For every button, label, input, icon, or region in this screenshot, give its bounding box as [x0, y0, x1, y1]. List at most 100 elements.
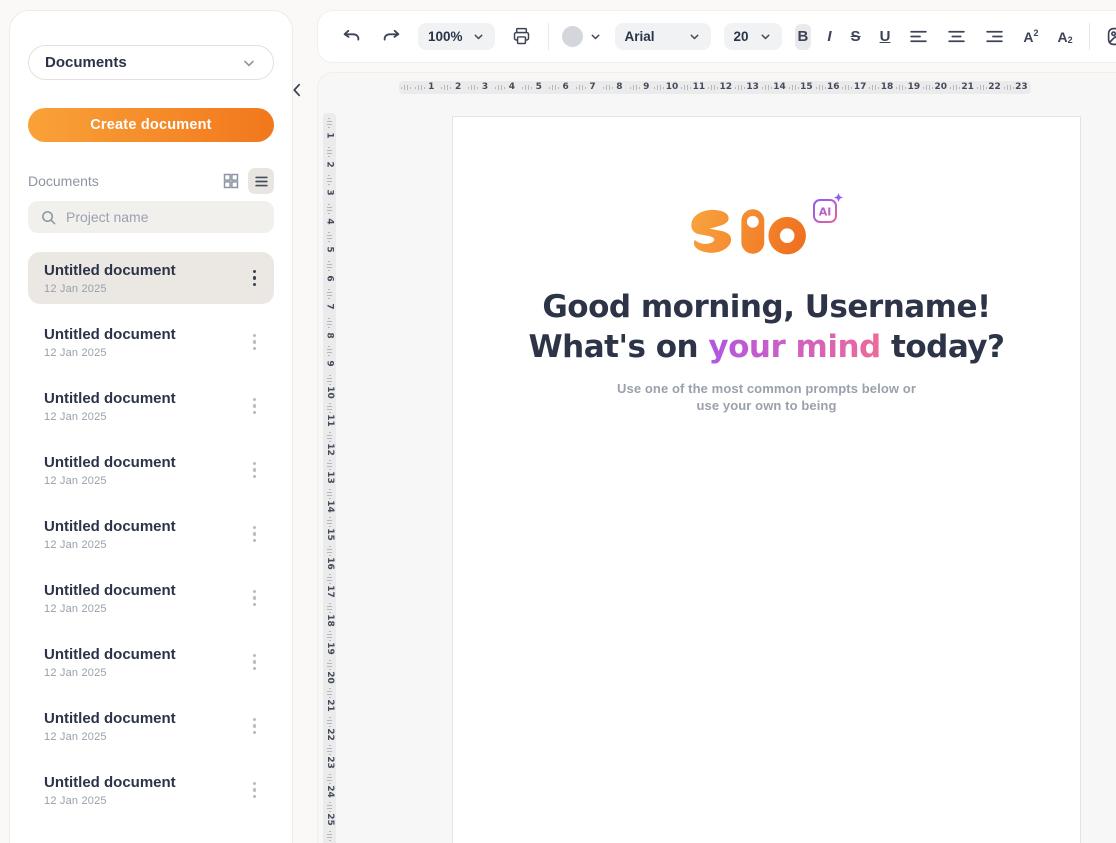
insert-image-icon[interactable]	[1103, 23, 1116, 50]
italic-button[interactable]: I	[824, 24, 834, 50]
create-document-button[interactable]: Create document	[28, 108, 274, 142]
document-list-item[interactable]: Untitled document 12 Jan 2025	[28, 252, 274, 304]
document-list-item[interactable]: Untitled document 12 Jan 2025	[28, 764, 274, 816]
ruler-mark: 16	[323, 543, 336, 572]
ruler-mark: 5	[326, 229, 332, 258]
text-color-picker[interactable]	[562, 26, 602, 47]
chevron-down-icon	[688, 30, 701, 43]
ruler-mark: 9	[326, 343, 332, 372]
kebab-menu-icon[interactable]	[249, 778, 261, 803]
underline-button[interactable]: U	[877, 24, 894, 50]
subscript-button[interactable]: A2	[1055, 24, 1076, 50]
document-list-item[interactable]: Untitled document 12 Jan 2025	[28, 316, 274, 368]
greeting-highlight: your mind	[708, 329, 880, 365]
document-date: 12 Jan 2025	[44, 475, 249, 487]
document-list-item[interactable]: Untitled document 12 Jan 2025	[28, 508, 274, 560]
document-list-item[interactable]: Untitled document 12 Jan 2025	[28, 636, 274, 688]
search-input[interactable]	[66, 209, 262, 225]
ruler-mark: 9	[626, 83, 653, 92]
document-list-item[interactable]: Untitled document 12 Jan 2025	[28, 700, 274, 752]
ruler-mark: 3	[465, 83, 492, 92]
ruler-mark: 15	[787, 83, 814, 92]
ruler-mark: 23	[1002, 83, 1029, 92]
align-left-icon[interactable]	[906, 24, 931, 49]
sidebar: Documents Create document Documents Unti…	[9, 10, 293, 843]
svg-text:AI: AI	[818, 206, 831, 219]
chevron-down-icon	[241, 55, 257, 71]
vertical-ruler: 1 2 3 4 5 6	[323, 113, 336, 843]
align-center-icon[interactable]	[944, 24, 969, 49]
document-title: Untitled document	[44, 582, 249, 599]
ruler-mark: 13	[734, 83, 761, 92]
kebab-menu-icon[interactable]	[249, 714, 261, 739]
document-title: Untitled document	[44, 262, 249, 279]
font-family-value: Arial	[625, 29, 655, 44]
document-date: 12 Jan 2025	[44, 539, 249, 551]
document-list-header: Documents	[28, 168, 274, 194]
ruler-mark: 26	[323, 828, 336, 843]
list-view-icon[interactable]	[248, 168, 274, 194]
search-field[interactable]	[28, 201, 274, 233]
document-list-item[interactable]: Untitled document 12 Jan 2025	[28, 572, 274, 624]
kebab-menu-icon[interactable]	[249, 394, 261, 419]
greeting-subtitle: Use one of the most common prompts below…	[453, 380, 1080, 414]
ruler-mark: 20	[922, 83, 949, 92]
zio-logo-mark	[690, 207, 808, 256]
document-title: Untitled document	[44, 390, 249, 407]
font-size-select[interactable]: 20	[724, 23, 782, 50]
document-list-item[interactable]: Untitled document 12 Jan 2025	[28, 380, 274, 432]
ruler-mark: 3	[326, 172, 332, 201]
kebab-menu-icon[interactable]	[249, 522, 261, 547]
ruler-mark: 7	[326, 286, 332, 315]
ruler-mark: 22	[975, 83, 1002, 92]
kebab-menu-icon[interactable]	[249, 586, 261, 611]
ruler-mark: 4	[326, 201, 332, 230]
ruler-mark: 11	[323, 400, 336, 429]
search-icon	[40, 209, 57, 226]
kebab-menu-icon[interactable]	[249, 330, 261, 355]
ruler-mark: 6	[545, 83, 572, 92]
chevron-down-icon	[759, 30, 772, 43]
redo-icon[interactable]	[378, 23, 405, 50]
workspace-selector[interactable]: Documents	[28, 45, 274, 80]
document-title: Untitled document	[44, 326, 249, 343]
ruler-mark: 6	[326, 258, 332, 287]
sidebar-collapse-button[interactable]	[286, 79, 307, 101]
ruler-mark: 14	[323, 486, 336, 515]
kebab-menu-icon[interactable]	[249, 266, 261, 291]
document-date: 12 Jan 2025	[44, 731, 249, 743]
font-family-select[interactable]: Arial	[615, 23, 711, 50]
toolbar-divider	[548, 23, 549, 50]
bold-button[interactable]: B	[795, 24, 812, 50]
document-date: 12 Jan 2025	[44, 795, 249, 807]
ai-badge-icon: AI	[810, 193, 844, 225]
document-list-item[interactable]: Untitled document 12 Jan 2025	[28, 444, 274, 496]
align-right-icon[interactable]	[982, 24, 1007, 49]
ruler-mark: 16	[814, 83, 841, 92]
ruler-mark: 1	[326, 115, 332, 144]
greeting-line1: Good morning, Username!	[453, 287, 1080, 327]
ruler-mark: 7	[572, 83, 599, 92]
ruler-mark: 8	[599, 83, 626, 92]
document-date: 12 Jan 2025	[44, 667, 249, 679]
ruler-mark: 10	[323, 372, 336, 401]
document-page[interactable]: AI Good morning, Username! What's on you…	[452, 116, 1081, 843]
superscript-button[interactable]: A2	[1020, 24, 1041, 50]
ruler-mark: 14	[760, 83, 787, 92]
color-swatch	[562, 26, 583, 47]
ruler-mark: 22	[323, 714, 336, 743]
grid-view-icon[interactable]	[218, 168, 244, 194]
greeting-heading: Good morning, Username! What's on your m…	[453, 287, 1080, 367]
undo-icon[interactable]	[338, 23, 365, 50]
document-title: Untitled document	[44, 710, 249, 727]
print-icon[interactable]	[508, 23, 535, 50]
kebab-menu-icon[interactable]	[249, 458, 261, 483]
chevron-down-icon	[589, 30, 602, 43]
strikethrough-button[interactable]: S	[848, 24, 864, 50]
greeting-line2: What's on your mind today?	[453, 327, 1080, 367]
kebab-menu-icon[interactable]	[249, 650, 261, 675]
editor-toolbar: 100% Arial 20 B I S U A2 A2	[317, 10, 1116, 63]
ruler-mark: 21	[949, 83, 976, 92]
ruler-mark: 13	[323, 457, 336, 486]
zoom-select[interactable]: 100%	[418, 23, 495, 50]
